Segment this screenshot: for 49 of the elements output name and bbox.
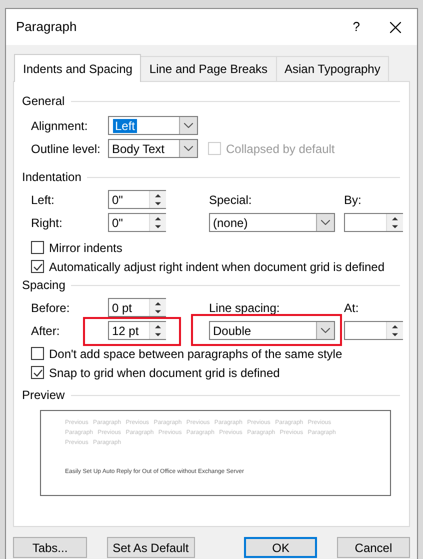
checkbox[interactable]: Automatically adjust right indent when document grid is defined (22, 257, 400, 276)
arrow-up-icon[interactable] (387, 214, 403, 222)
tab[interactable]: Indents and Spacing (14, 54, 142, 82)
arrow-up-icon[interactable] (150, 322, 166, 330)
field-label: After: (31, 322, 61, 340)
chevron-down-icon (184, 123, 193, 128)
section-heading: Spacing (22, 277, 66, 294)
field-label: By: (344, 192, 362, 208)
dropdown[interactable]: (none) (209, 213, 335, 232)
checkbox[interactable]: Don't add space between paragraphs of the same style (22, 344, 400, 363)
field-label: Outline level: (31, 140, 102, 158)
dropdown[interactable]: Body Text (108, 139, 198, 158)
arrow-up-icon[interactable] (387, 322, 403, 330)
spin-field[interactable] (344, 321, 403, 340)
dialog-button[interactable]: Tabs... (13, 537, 87, 558)
tab[interactable]: Asian Typography (276, 56, 390, 81)
field-label: Alignment: (31, 118, 89, 134)
dialog-title: Paragraph (16, 18, 78, 36)
field-label: Line spacing: (209, 300, 281, 316)
arrow-up-icon[interactable] (150, 191, 166, 200)
checkbox[interactable]: Mirror indents (22, 238, 400, 257)
chevron-down-icon (184, 146, 193, 151)
checkmark-icon (32, 368, 42, 376)
field-label: Special: (209, 192, 253, 208)
dropdown[interactable]: Left (108, 116, 198, 135)
close-icon[interactable] (390, 22, 401, 32)
field-label: At: (344, 300, 360, 316)
spin-field[interactable] (344, 213, 403, 232)
dropdown[interactable]: Double (209, 321, 335, 340)
section-heading: General (22, 93, 65, 110)
section-heading: Indentation (22, 169, 82, 186)
chevron-down-icon (321, 328, 330, 333)
chevron-down-icon (321, 220, 330, 225)
spin-field[interactable]: 0" (108, 213, 166, 232)
dialog-button[interactable]: Cancel (336, 537, 410, 558)
checkbox[interactable]: Snap to grid when document grid is defined (22, 363, 400, 382)
spin-field[interactable]: 0 pt (108, 298, 166, 317)
field-label: Right: (31, 214, 64, 232)
arrow-up-icon[interactable] (150, 214, 166, 222)
checkmark-icon (32, 262, 42, 270)
spin-field[interactable]: 12 pt (108, 321, 166, 340)
arrow-up-icon[interactable] (150, 299, 166, 308)
help-button[interactable]: ? (352, 17, 360, 37)
dialog-button[interactable]: Set As Default (106, 537, 195, 558)
spin-field[interactable]: 0" (108, 190, 166, 209)
section-heading: Preview (22, 387, 65, 404)
field-label: Left: (31, 192, 56, 208)
field-label: Before: (31, 300, 71, 316)
dialog-button[interactable]: OK (244, 537, 318, 558)
